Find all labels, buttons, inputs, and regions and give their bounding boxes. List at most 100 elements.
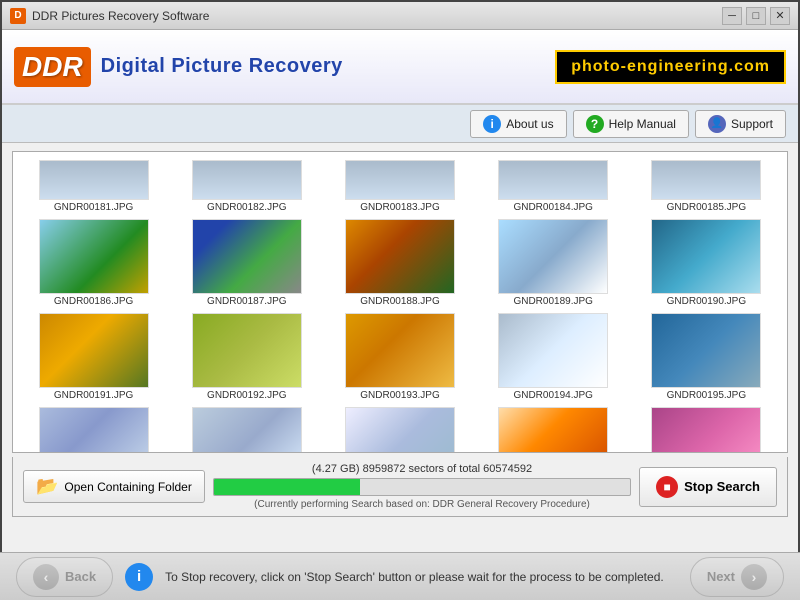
image-thumbnail xyxy=(651,407,761,452)
image-label: GNDR00188.JPG xyxy=(360,296,439,307)
image-label: GNDR00189.JPG xyxy=(513,296,592,307)
list-item[interactable]: GNDR00199.JPG xyxy=(477,403,630,452)
progress-bar-fill xyxy=(214,479,360,495)
help-manual-button[interactable]: ? Help Manual xyxy=(573,110,689,138)
app-icon: D xyxy=(10,8,26,24)
support-icon: 👤 xyxy=(708,115,726,133)
list-item[interactable]: GNDR00184.JPG xyxy=(477,156,630,215)
info-icon: i xyxy=(483,115,501,133)
footer-bar: ‹ Back i To Stop recovery, click on 'Sto… xyxy=(0,552,800,600)
support-label: Support xyxy=(731,117,773,131)
website-badge: photo-engineering.com xyxy=(555,50,786,84)
back-label: Back xyxy=(65,569,96,584)
image-label: GNDR00183.JPG xyxy=(360,202,439,213)
image-thumbnail xyxy=(192,407,302,452)
titlebar: D DDR Pictures Recovery Software ─ □ ✕ xyxy=(2,2,798,30)
image-label: GNDR00192.JPG xyxy=(207,390,286,401)
app-title: Digital Picture Recovery xyxy=(101,55,343,78)
image-thumbnail xyxy=(498,219,608,294)
list-item[interactable]: GNDR00192.JPG xyxy=(170,309,323,403)
image-label: GNDR00186.JPG xyxy=(54,296,133,307)
about-us-button[interactable]: i About us xyxy=(470,110,566,138)
nav-bar: i About us ? Help Manual 👤 Support xyxy=(2,105,798,143)
footer-message: To Stop recovery, click on 'Stop Search'… xyxy=(165,570,678,584)
stop-search-button[interactable]: ■ Stop Search xyxy=(639,467,777,507)
list-item[interactable]: GNDR00183.JPG xyxy=(323,156,476,215)
ddr-logo: DDR xyxy=(14,47,91,87)
list-item[interactable]: GNDR00189.JPG xyxy=(477,215,630,309)
image-label: GNDR00191.JPG xyxy=(54,390,133,401)
list-item[interactable]: GNDR00194.JPG xyxy=(477,309,630,403)
image-thumbnail xyxy=(345,160,455,200)
image-thumbnail xyxy=(39,160,149,200)
list-item[interactable]: GNDR00197.JPG xyxy=(170,403,323,452)
bottom-bar: 📂 Open Containing Folder (4.27 GB) 89598… xyxy=(12,457,788,517)
open-containing-folder-button[interactable]: 📂 Open Containing Folder xyxy=(23,470,205,503)
image-label: GNDR00190.JPG xyxy=(667,296,746,307)
image-thumbnail xyxy=(498,160,608,200)
image-thumbnail xyxy=(39,219,149,294)
list-item[interactable]: GNDR00195.JPG xyxy=(630,309,783,403)
image-thumbnail xyxy=(651,160,761,200)
list-item[interactable]: GNDR00186.JPG xyxy=(17,215,170,309)
back-arrow-icon: ‹ xyxy=(33,564,59,590)
list-item[interactable]: GNDR00182.JPG xyxy=(170,156,323,215)
help-icon: ? xyxy=(586,115,604,133)
image-thumbnail xyxy=(498,407,608,452)
image-label: GNDR00195.JPG xyxy=(667,390,746,401)
list-item[interactable]: GNDR00185.JPG xyxy=(630,156,783,215)
next-label: Next xyxy=(707,569,735,584)
image-label: GNDR00185.JPG xyxy=(667,202,746,213)
maximize-button[interactable]: □ xyxy=(746,7,766,25)
stop-label: Stop Search xyxy=(684,479,760,494)
progress-bar xyxy=(213,478,631,496)
image-thumbnail xyxy=(345,407,455,452)
list-item[interactable]: GNDR00200.JPG xyxy=(630,403,783,452)
folder-icon: 📂 xyxy=(36,476,58,497)
image-thumbnail xyxy=(39,407,149,452)
image-thumbnail xyxy=(498,313,608,388)
list-item[interactable]: GNDR00198.JPG xyxy=(323,403,476,452)
image-label: GNDR00194.JPG xyxy=(513,390,592,401)
progress-sub-text: (Currently performing Search based on: D… xyxy=(213,499,631,510)
close-button[interactable]: ✕ xyxy=(770,7,790,25)
image-gallery: GNDR00181.JPG GNDR00182.JPG GNDR00183.JPG G… xyxy=(12,151,788,453)
image-thumbnail xyxy=(651,219,761,294)
minimize-button[interactable]: ─ xyxy=(722,7,742,25)
progress-info: (4.27 GB) 8959872 sectors of total 60574… xyxy=(213,463,631,475)
list-item[interactable]: GNDR00196.JPG xyxy=(17,403,170,452)
progress-area: (4.27 GB) 8959872 sectors of total 60574… xyxy=(213,463,631,510)
footer-info-icon: i xyxy=(125,563,153,591)
image-thumbnail xyxy=(192,313,302,388)
image-label: GNDR00193.JPG xyxy=(360,390,439,401)
image-label: GNDR00184.JPG xyxy=(513,202,592,213)
list-item[interactable]: GNDR00188.JPG xyxy=(323,215,476,309)
image-label: GNDR00182.JPG xyxy=(207,202,286,213)
list-item[interactable]: GNDR00181.JPG xyxy=(17,156,170,215)
list-item[interactable]: GNDR00190.JPG xyxy=(630,215,783,309)
back-button[interactable]: ‹ Back xyxy=(16,557,113,597)
stop-icon: ■ xyxy=(656,476,678,498)
about-us-label: About us xyxy=(506,117,553,131)
next-arrow-icon: › xyxy=(741,564,767,590)
open-folder-label: Open Containing Folder xyxy=(64,480,191,494)
image-label: GNDR00181.JPG xyxy=(54,202,133,213)
list-item[interactable]: GNDR00187.JPG xyxy=(170,215,323,309)
image-thumbnail xyxy=(345,313,455,388)
image-thumbnail xyxy=(192,219,302,294)
image-thumbnail xyxy=(345,219,455,294)
header: DDR Digital Picture Recovery photo-engin… xyxy=(2,30,798,105)
image-grid: GNDR00181.JPG GNDR00182.JPG GNDR00183.JPG G… xyxy=(13,152,787,452)
list-item[interactable]: GNDR00191.JPG xyxy=(17,309,170,403)
titlebar-title: DDR Pictures Recovery Software xyxy=(32,9,722,23)
support-button[interactable]: 👤 Support xyxy=(695,110,786,138)
image-thumbnail xyxy=(651,313,761,388)
logo-area: DDR Digital Picture Recovery xyxy=(14,47,555,87)
help-manual-label: Help Manual xyxy=(609,117,676,131)
image-thumbnail xyxy=(192,160,302,200)
list-item[interactable]: GNDR00193.JPG xyxy=(323,309,476,403)
image-label: GNDR00187.JPG xyxy=(207,296,286,307)
next-button[interactable]: Next › xyxy=(690,557,784,597)
image-thumbnail xyxy=(39,313,149,388)
titlebar-controls: ─ □ ✕ xyxy=(722,7,790,25)
